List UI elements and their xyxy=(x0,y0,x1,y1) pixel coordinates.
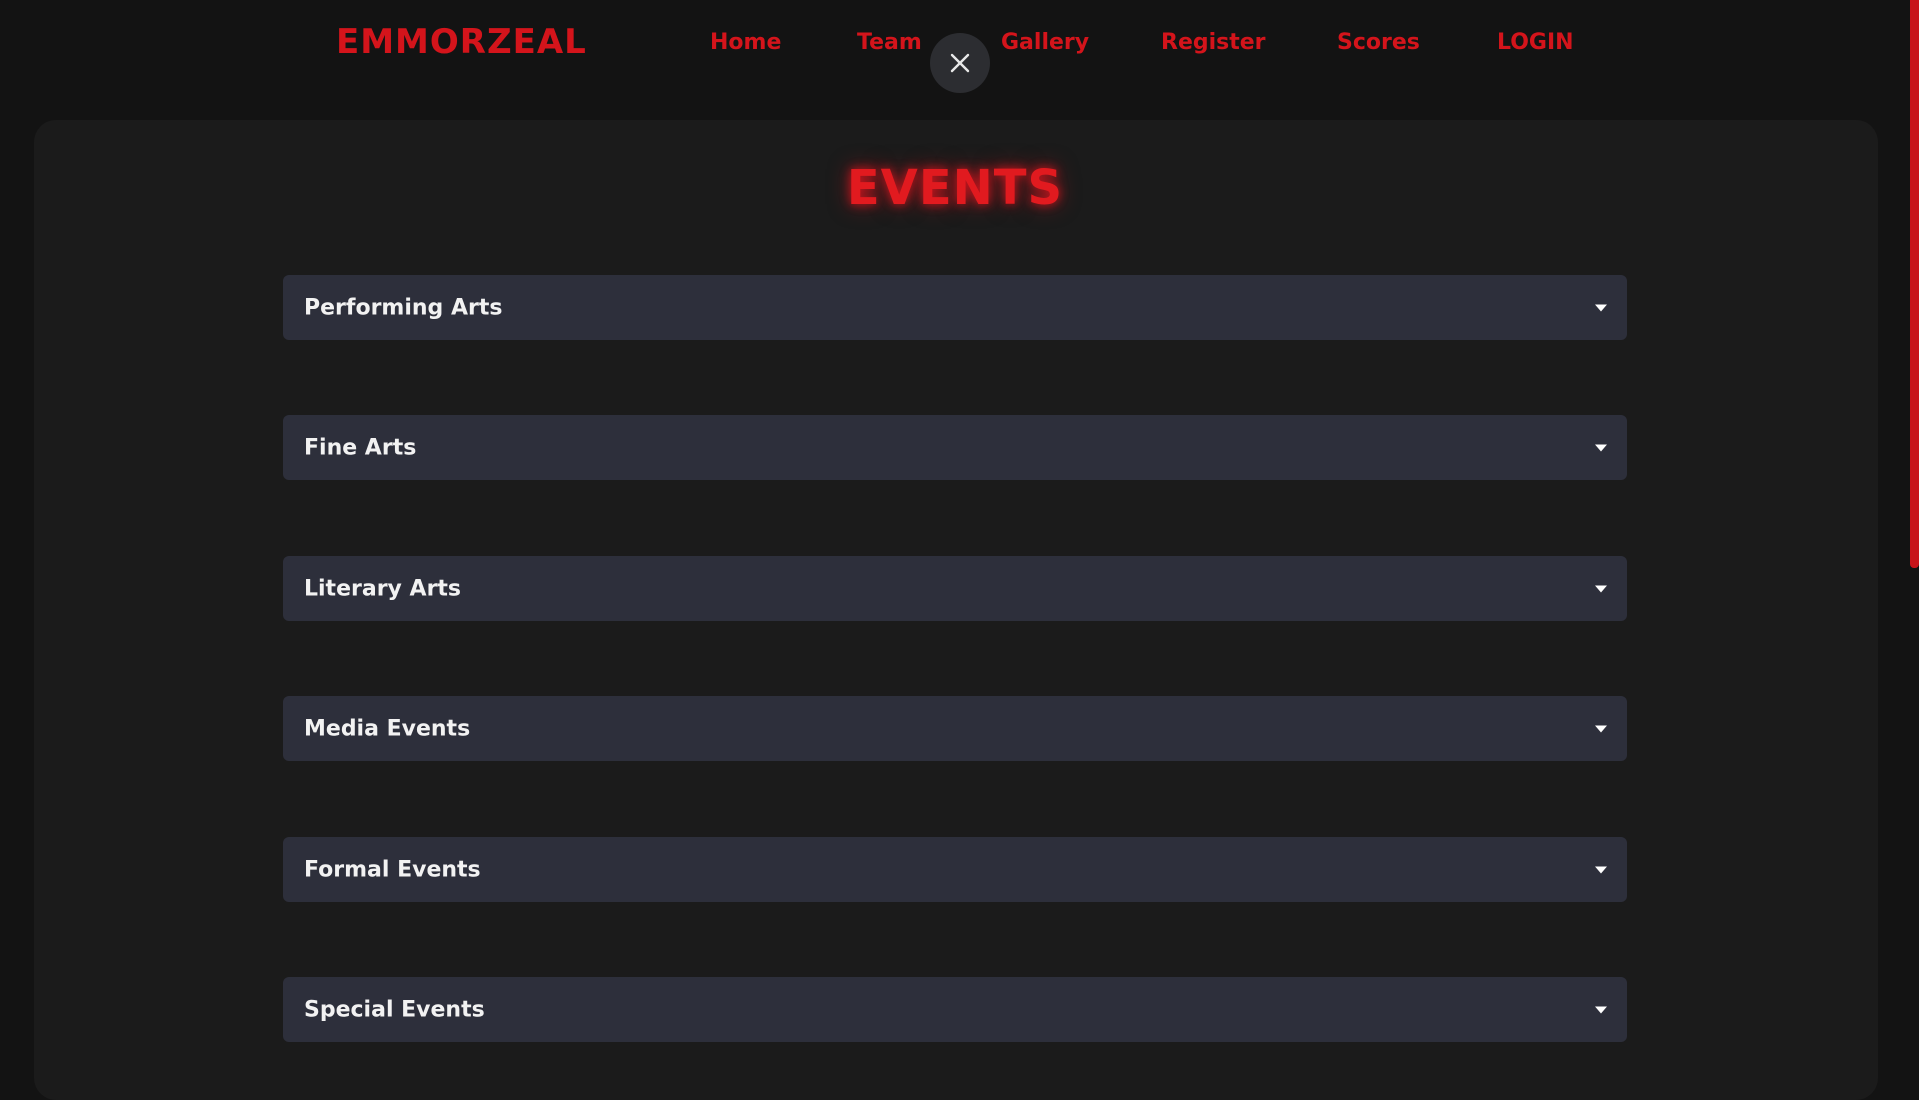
accordion-special-events[interactable]: Special Events xyxy=(283,977,1627,1042)
chevron-down-icon xyxy=(1595,444,1607,451)
accordion-literary-arts[interactable]: Literary Arts xyxy=(283,556,1627,621)
brand-logo[interactable]: EMMORZEAL xyxy=(336,22,587,62)
chevron-down-icon xyxy=(1595,866,1607,873)
page-title: EVENTS xyxy=(846,160,1064,216)
close-icon xyxy=(950,53,970,73)
top-navbar: EMMORZEAL Home Team Gallery Register Sco… xyxy=(0,0,1919,120)
chevron-down-icon xyxy=(1595,304,1607,311)
accordion-label: Formal Events xyxy=(304,857,481,882)
scrollbar-thumb[interactable] xyxy=(1910,0,1919,568)
accordion-formal-events[interactable]: Formal Events xyxy=(283,837,1627,902)
accordion-label: Performing Arts xyxy=(304,295,503,320)
accordion-performing-arts[interactable]: Performing Arts xyxy=(283,275,1627,340)
nav-scores-link[interactable]: Scores xyxy=(1337,30,1420,55)
close-menu-button[interactable] xyxy=(930,33,990,93)
chevron-down-icon xyxy=(1595,1006,1607,1013)
accordion-media-events[interactable]: Media Events xyxy=(283,696,1627,761)
nav-login-link[interactable]: LOGIN xyxy=(1497,30,1574,55)
nav-team-link[interactable]: Team xyxy=(857,30,922,55)
accordion-label: Literary Arts xyxy=(304,576,462,601)
nav-gallery-link[interactable]: Gallery xyxy=(1001,30,1089,55)
accordion-label: Special Events xyxy=(304,997,485,1022)
nav-register-link[interactable]: Register xyxy=(1161,30,1266,55)
nav-home-link[interactable]: Home xyxy=(710,30,781,55)
chevron-down-icon xyxy=(1595,725,1607,732)
chevron-down-icon xyxy=(1595,585,1607,592)
accordion-label: Fine Arts xyxy=(304,435,417,460)
accordion-fine-arts[interactable]: Fine Arts xyxy=(283,415,1627,480)
accordion-label: Media Events xyxy=(304,716,471,741)
